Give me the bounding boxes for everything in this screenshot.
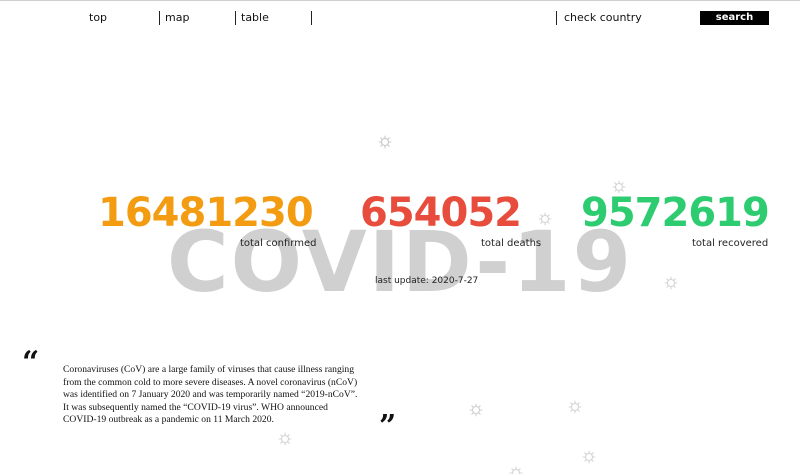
total-confirmed-label: total confirmed (240, 238, 317, 249)
total-deaths-value: 654052 (360, 190, 522, 236)
open-quote-mark: “ (22, 345, 40, 380)
virus-icon (582, 450, 596, 464)
covid-description: Coronaviruses (CoV) are a large family o… (63, 364, 358, 425)
nav-separator (159, 11, 160, 25)
nav-separator (311, 11, 312, 25)
virus-icon (568, 400, 582, 414)
virus-icon (278, 432, 292, 446)
nav-link-map[interactable]: map (165, 11, 189, 24)
virus-icon (378, 135, 392, 149)
virus-icon (469, 403, 483, 417)
nav-link-table[interactable]: table (241, 11, 269, 24)
total-recovered-value: 9572619 (581, 190, 770, 236)
virus-icon (509, 466, 523, 474)
nav-separator (235, 11, 236, 25)
nav-link-top[interactable]: top (89, 11, 107, 24)
last-update-text: last update: 2020-7-27 (375, 276, 479, 286)
total-deaths-label: total deaths (481, 238, 542, 249)
top-divider (0, 0, 800, 1)
check-country-input[interactable]: check country (564, 11, 642, 24)
nav-separator (556, 11, 557, 25)
total-confirmed-value: 16481230 (98, 190, 314, 236)
total-recovered-label: total recovered (692, 238, 769, 249)
search-button[interactable]: search (700, 11, 769, 25)
close-quote-mark: ” (379, 409, 397, 444)
